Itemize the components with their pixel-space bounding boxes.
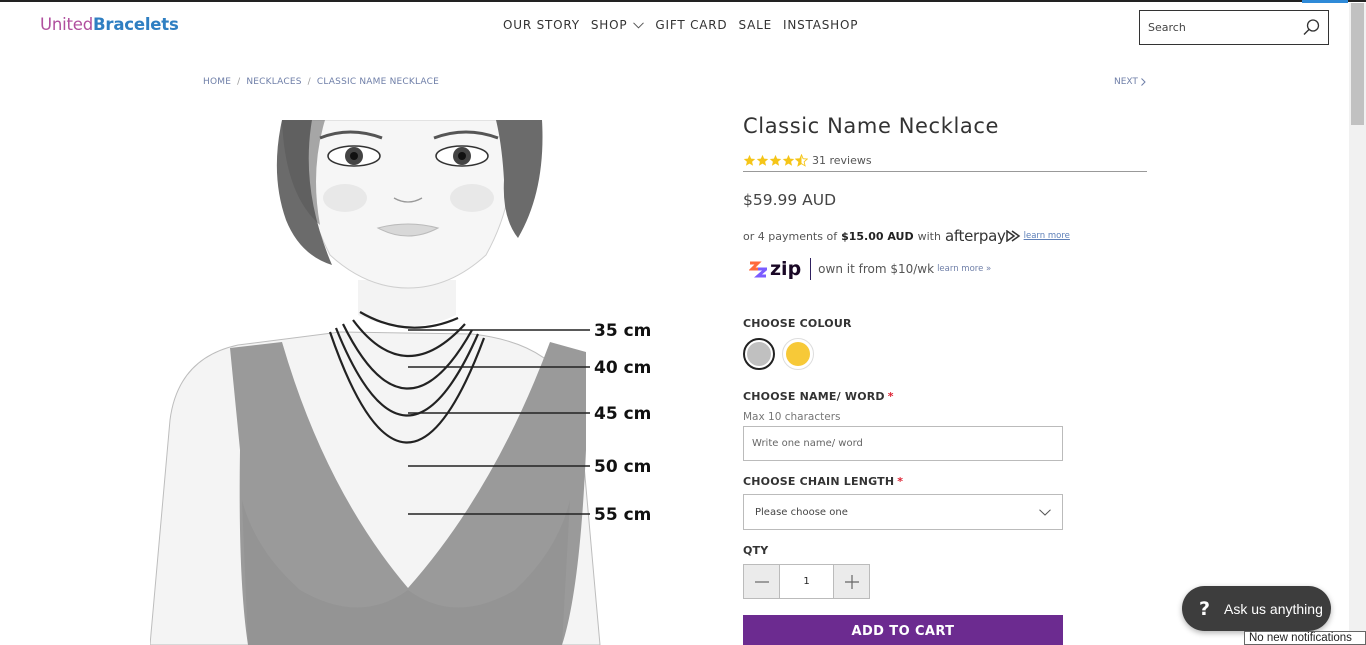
choose-name-text: CHOOSE NAME/ WORD [743, 390, 885, 403]
afterpay-info: or 4 payments of $15.00 AUD with afterpa… [743, 227, 1070, 245]
silver-dot [747, 342, 771, 366]
nav-our-story[interactable]: OUR STORY [503, 18, 580, 32]
breadcrumb-separator: / [237, 77, 241, 87]
colour-swatch-silver[interactable] [743, 338, 775, 370]
qty-decrease-button[interactable] [744, 565, 779, 598]
site-logo[interactable]: UnitedBracelets [40, 15, 179, 34]
search-input[interactable] [1148, 21, 1298, 34]
chain-length-value: Please choose one [755, 506, 848, 518]
rating-stars [743, 154, 808, 167]
required-asterisk: * [887, 390, 894, 403]
product-price: $59.99 AUD [743, 191, 837, 209]
afterpay-prefix: or 4 payments of [743, 229, 838, 243]
divider [743, 171, 1147, 172]
question-icon: ? [1199, 597, 1211, 620]
choose-chain-text: CHOOSE CHAIN LENGTH [743, 475, 895, 488]
zip-info: zip own it from $10/wk learn more » [743, 258, 991, 280]
zip-divider [810, 258, 812, 280]
chain-length-label: 50 cm [594, 457, 651, 477]
qty-label: QTY [743, 544, 769, 557]
chevron-down-icon [1039, 508, 1051, 516]
name-input[interactable] [743, 426, 1063, 461]
afterpay-learn-more[interactable]: learn more [1024, 231, 1070, 241]
logo-part-bracelets: Bracelets [93, 15, 179, 34]
afterpay-arrows-icon [1005, 230, 1020, 242]
afterpay-amount: $15.00 AUD [841, 229, 914, 243]
breadcrumb-necklaces[interactable]: NECKLACES [246, 77, 301, 87]
nav-our-story-label: OUR STORY [503, 18, 580, 32]
breadcrumb-current[interactable]: CLASSIC NAME NECKLACE [317, 77, 439, 87]
star-icon [756, 154, 769, 166]
qty-increase-button[interactable] [834, 565, 869, 598]
chat-widget-button[interactable]: ? Ask us anything [1182, 586, 1331, 631]
main-nav: OUR STORY SHOP GIFT CARD SALE INSTASHOP [503, 18, 869, 32]
chain-length-label: 35 cm [594, 321, 651, 341]
breadcrumb: HOME / NECKLACES / CLASSIC NAME NECKLACE [203, 77, 439, 87]
breadcrumb-home[interactable]: HOME [203, 77, 231, 87]
nav-gift-card-label: GIFT CARD [655, 18, 728, 32]
chain-length-label: 45 cm [594, 404, 651, 424]
nav-instashop-label: INSTASHOP [782, 18, 859, 32]
page-scrollbar[interactable] [1349, 3, 1366, 645]
chain-length-label: 55 cm [594, 505, 651, 525]
product-rating[interactable]: 31 reviews [743, 154, 872, 167]
chevron-down-icon [633, 21, 645, 29]
zip-logo-icon [749, 261, 767, 278]
required-asterisk: * [897, 475, 904, 488]
plus-icon [844, 574, 859, 589]
nav-shop-label: SHOP [590, 18, 628, 32]
star-icon [782, 154, 795, 166]
search-icon[interactable] [1303, 19, 1320, 36]
afterpay-logo: afterpay [944, 227, 1006, 245]
chevron-right-icon [1141, 78, 1146, 86]
nav-instashop[interactable]: INSTASHOP [783, 18, 858, 32]
star-icon [769, 154, 782, 166]
zip-brand: zip [770, 258, 802, 280]
scrollbar-thumb[interactable] [1351, 3, 1364, 125]
breadcrumb-separator: / [307, 77, 311, 87]
top-border [0, 0, 1366, 2]
choose-name-label: CHOOSE NAME/ WORD * [743, 390, 894, 403]
product-title: Classic Name Necklace [743, 114, 1000, 138]
notification-tooltip: No new notifications [1244, 631, 1366, 645]
search-box [1139, 10, 1329, 45]
nav-sale-label: SALE [738, 18, 772, 32]
nav-shop[interactable]: SHOP [591, 18, 645, 32]
nav-gift-card[interactable]: GIFT CARD [655, 18, 727, 32]
next-product-link[interactable]: NEXT [1114, 77, 1146, 87]
review-count[interactable]: 31 reviews [812, 154, 872, 167]
quantity-stepper: 1 [743, 564, 870, 599]
choose-colour-label: CHOOSE COLOUR [743, 317, 852, 330]
logo-part-united: United [40, 15, 94, 34]
nav-sale[interactable]: SALE [738, 18, 772, 32]
colour-swatch-gold[interactable] [782, 338, 814, 370]
star-half-icon [795, 154, 808, 167]
qty-value[interactable]: 1 [779, 565, 834, 598]
top-accent-bar [1302, 0, 1348, 3]
zip-text: own it from $10/wk [818, 262, 935, 276]
add-to-cart-button[interactable]: ADD TO CART [743, 615, 1063, 645]
gold-dot [786, 342, 810, 366]
zip-learn-more[interactable]: learn more » [937, 264, 991, 274]
star-icon [743, 154, 756, 166]
chat-label: Ask us anything [1224, 600, 1323, 617]
choose-chain-label: CHOOSE CHAIN LENGTH * [743, 475, 903, 488]
name-hint: Max 10 characters [743, 411, 841, 423]
zip-logo: zip [749, 258, 801, 280]
product-image[interactable]: 35 cm 40 cm 45 cm 50 cm 55 cm [150, 120, 655, 645]
chain-length-select[interactable]: Please choose one [743, 494, 1063, 530]
chain-length-label: 40 cm [594, 358, 651, 378]
afterpay-with: with [917, 229, 941, 243]
next-label: NEXT [1114, 77, 1138, 87]
minus-icon [754, 580, 769, 583]
